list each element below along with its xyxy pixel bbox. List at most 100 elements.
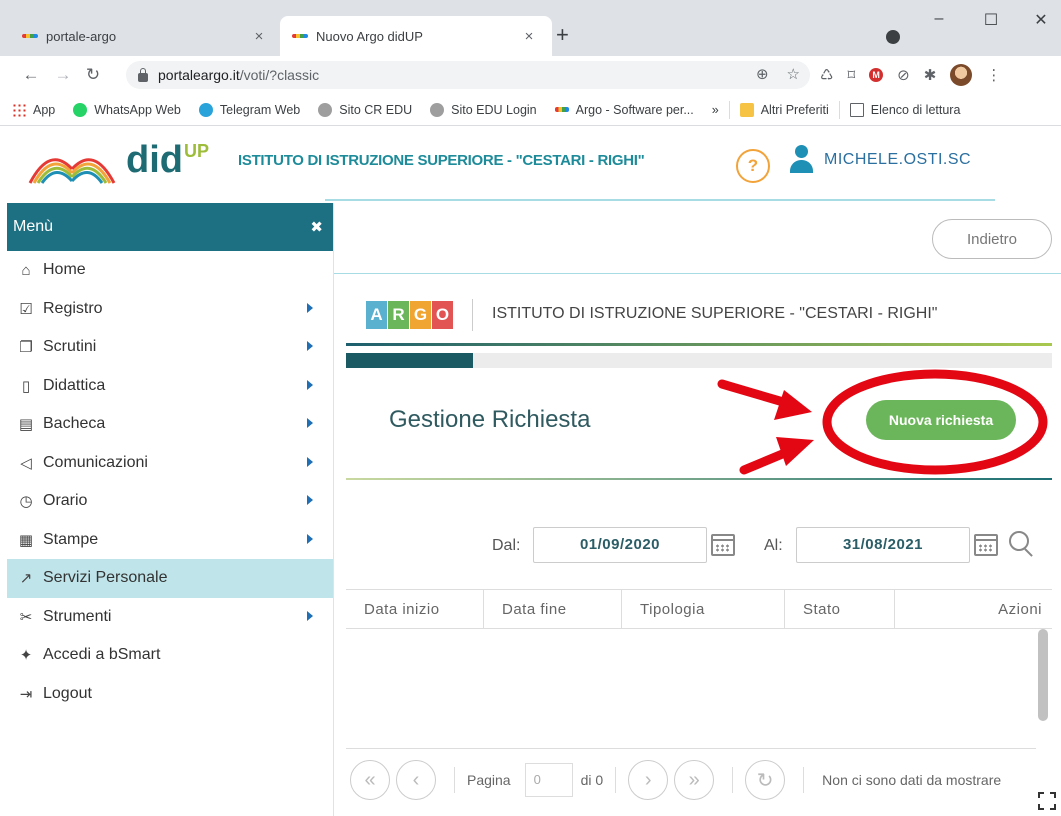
reload-icon[interactable]: ↻ bbox=[80, 65, 106, 85]
browser-toolbar: ← → ↻ portaleargo.it/voti/?classic ⊕ ☆ ♺… bbox=[0, 56, 1061, 94]
search-icon[interactable] bbox=[1009, 531, 1035, 559]
folder-icon bbox=[739, 102, 754, 117]
sidebar-menu: Menù ✖ ⌂ Home ☑ Registro ❐ Scrutini ▯ Didattica… bbox=[7, 203, 334, 816]
menu-close-icon[interactable]: ✖ bbox=[310, 218, 323, 236]
column-header-data-inizio[interactable]: Data inizio bbox=[346, 590, 484, 628]
argo-logo-letter: A bbox=[366, 301, 387, 329]
argo-icon bbox=[554, 107, 569, 112]
user-icon bbox=[788, 141, 814, 175]
sidebar-item-accedi-a-bsmart[interactable]: ✦ Accedi a bSmart bbox=[7, 636, 333, 675]
sidebar-item-strumenti[interactable]: ✂ Strumenti bbox=[7, 598, 333, 637]
chevron-right-icon bbox=[307, 610, 313, 621]
bookmark-app[interactable]: App bbox=[12, 102, 55, 117]
refresh-button[interactable]: ↻ bbox=[745, 760, 786, 800]
column-header-stato[interactable]: Stato bbox=[785, 590, 895, 628]
next-page-button[interactable]: › bbox=[628, 760, 669, 800]
tab-portale-argo[interactable]: portale-argo × bbox=[10, 16, 282, 56]
browser-menu-icon[interactable]: ⋮ bbox=[986, 66, 1001, 84]
prev-page-button[interactable]: ‹ bbox=[396, 760, 436, 800]
username[interactable]: MICHELE.OSTI.SC bbox=[824, 151, 971, 169]
clock-icon: ◷ bbox=[19, 493, 33, 511]
column-header-tipologia[interactable]: Tipologia bbox=[622, 590, 785, 628]
screenshot-extension-icon[interactable]: ⌑ bbox=[847, 66, 855, 84]
extensions-puzzle-icon[interactable]: ✱ bbox=[924, 66, 937, 84]
menu-header: Menù ✖ bbox=[7, 203, 333, 251]
main-content: Indietro ARGO ISTITUTO DI ISTRUZIONE SUP… bbox=[334, 203, 1061, 816]
document-icon: ❐ bbox=[19, 339, 33, 357]
sidebar-item-stampe[interactable]: ▦ Stampe bbox=[7, 521, 333, 560]
reading-list-button[interactable]: Elenco di lettura bbox=[849, 102, 960, 117]
apps-grid-icon bbox=[12, 102, 26, 117]
no-data-message: Non ci sono dati da mostrare bbox=[822, 772, 1002, 788]
tools-icon: ✂ bbox=[19, 608, 33, 626]
argo-favicon-icon bbox=[292, 34, 308, 38]
window-maximize-button[interactable]: ☐ bbox=[976, 10, 1006, 30]
window-minimize-button[interactable]: – bbox=[924, 10, 954, 28]
tab-close-icon[interactable]: × bbox=[520, 28, 538, 45]
pager-separator bbox=[454, 767, 455, 793]
from-date-input[interactable]: 01/09/2020 bbox=[533, 527, 707, 563]
zoom-icon[interactable]: ⊕ bbox=[756, 65, 769, 83]
bookmark-altri-preferiti[interactable]: Altri Preferiti bbox=[739, 102, 829, 117]
table-scrollbar[interactable] bbox=[1038, 629, 1048, 721]
bookmarks-overflow-button[interactable]: » bbox=[712, 103, 719, 117]
bookmark-whatsapp[interactable]: WhatsApp Web bbox=[73, 102, 181, 117]
profile-avatar[interactable] bbox=[950, 64, 973, 86]
sidebar-item-home[interactable]: ⌂ Home bbox=[7, 251, 333, 290]
bookmark-argo[interactable]: Argo - Software per... bbox=[554, 103, 694, 117]
sidebar-item-label: Didattica bbox=[43, 376, 106, 394]
mega-extension-icon[interactable]: M bbox=[869, 68, 884, 82]
page-label: Pagina bbox=[467, 772, 511, 788]
sidebar-item-servizi-personale[interactable]: ↗ Servizi Personale bbox=[7, 559, 333, 598]
progress-fill bbox=[346, 353, 474, 368]
tab-close-icon[interactable]: × bbox=[250, 28, 268, 45]
back-button[interactable]: Indietro bbox=[932, 219, 1052, 259]
page-title: Gestione Richiesta bbox=[389, 406, 591, 433]
bookmark-sito-cr-edu[interactable]: Sito CR EDU bbox=[318, 102, 412, 117]
block-extension-icon[interactable]: ⊘ bbox=[897, 66, 910, 84]
sidebar-item-registro[interactable]: ☑ Registro bbox=[7, 290, 333, 329]
printer-icon: ▦ bbox=[18, 531, 34, 549]
back-arrow-icon[interactable]: ← bbox=[18, 65, 44, 85]
app-header: did UP ISTITUTO DI ISTRUZIONE SUPERIORE … bbox=[0, 127, 1061, 202]
sidebar-item-label: Strumenti bbox=[43, 607, 112, 625]
to-date-input[interactable]: 31/08/2021 bbox=[796, 527, 970, 563]
address-bar[interactable]: portaleargo.it/voti/?classic ⊕ ☆ bbox=[126, 61, 810, 89]
sidebar-item-logout[interactable]: ⇥ Logout bbox=[7, 675, 333, 714]
url-path: /voti/?classic bbox=[239, 67, 320, 83]
chevron-right-icon bbox=[307, 495, 313, 505]
help-button[interactable]: ? bbox=[736, 149, 770, 183]
sidebar-item-comunicazioni[interactable]: ◁ Comunicazioni bbox=[7, 444, 333, 483]
sidebar-item-orario[interactable]: ◷ Orario bbox=[7, 482, 333, 521]
bookmark-sito-edu-login[interactable]: Sito EDU Login bbox=[430, 102, 537, 117]
sidebar-item-label: Logout bbox=[43, 684, 92, 702]
bsmart-icon: ✦ bbox=[19, 647, 33, 665]
forward-arrow-icon[interactable]: → bbox=[50, 65, 76, 85]
sidebar-item-didattica[interactable]: ▯ Didattica bbox=[7, 367, 333, 406]
nuova-richiesta-button[interactable]: Nuova richiesta bbox=[866, 400, 1016, 440]
pager-separator bbox=[732, 767, 734, 793]
tab-nuovo-argo-didup[interactable]: Nuovo Argo didUP × bbox=[280, 16, 552, 56]
page-number-input[interactable]: 0 bbox=[524, 763, 573, 797]
didup-logo-text: did bbox=[126, 139, 183, 181]
book-icon: ▯ bbox=[21, 377, 31, 395]
to-calendar-icon[interactable] bbox=[972, 532, 1000, 558]
sidebar-item-scrutini[interactable]: ❐ Scrutini bbox=[7, 328, 333, 367]
logout-icon: ⇥ bbox=[19, 685, 33, 703]
bookmark-telegram[interactable]: Telegram Web bbox=[198, 102, 300, 117]
column-header-data-fine[interactable]: Data fine bbox=[484, 590, 622, 628]
new-tab-button[interactable]: + bbox=[556, 24, 569, 46]
last-page-button[interactable]: » bbox=[674, 760, 715, 800]
bookmark-star-icon[interactable]: ☆ bbox=[787, 65, 800, 83]
sidebar-item-bacheca[interactable]: ▤ Bacheca bbox=[7, 405, 333, 444]
from-calendar-icon[interactable] bbox=[709, 532, 737, 558]
first-page-button[interactable]: « bbox=[350, 760, 390, 800]
argo-logo-letter: O bbox=[432, 301, 453, 329]
window-close-button[interactable]: ✕ bbox=[1026, 10, 1056, 30]
sidebar-item-label: Bacheca bbox=[43, 415, 106, 433]
bookmarks-separator bbox=[728, 100, 730, 119]
fullscreen-corner-icon bbox=[1038, 792, 1056, 810]
recycle-extension-icon[interactable]: ♺ bbox=[820, 66, 833, 84]
profile-indicator-icon[interactable] bbox=[886, 30, 900, 44]
whatsapp-icon bbox=[73, 102, 88, 117]
